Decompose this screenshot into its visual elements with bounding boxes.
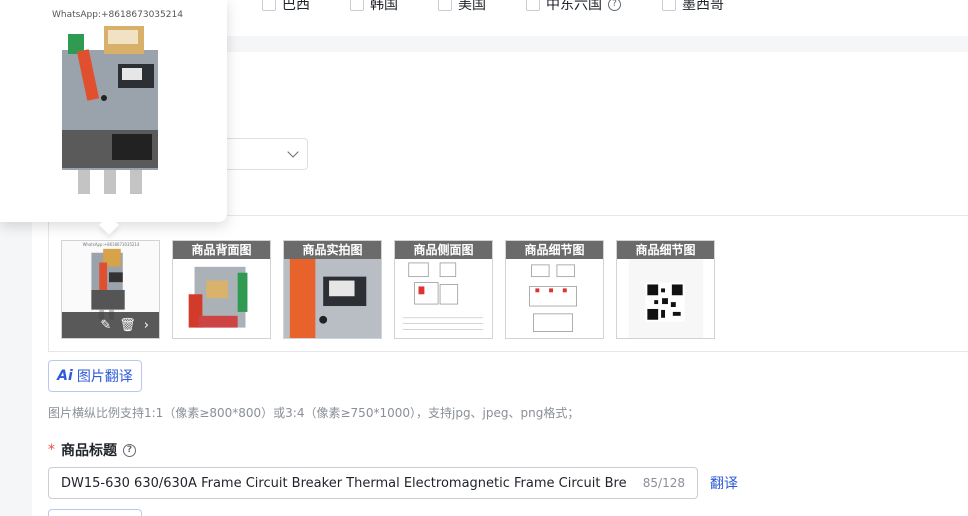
partial-button[interactable] <box>48 509 142 516</box>
thumb-caption: 商品细节图 <box>617 241 714 259</box>
product-title-label: * 商品标题 ? <box>48 440 136 460</box>
breaker-detail-drawing <box>506 259 603 338</box>
page: 巴西 韩国 美国 中东六国 ? 墨西哥 WhatsApp:+8618673035… <box>0 0 968 516</box>
checkbox-country-usa[interactable]: 美国 <box>438 0 486 14</box>
translate-link[interactable]: 翻译 <box>710 473 738 493</box>
ai-icon: Ai <box>57 368 73 384</box>
breaker-preview-photo <box>48 20 172 198</box>
watermark-text: WhatsApp:+8618673035214 <box>83 242 140 247</box>
image-thumb-detail-2[interactable]: 商品细节图 <box>616 240 715 339</box>
product-title-value[interactable]: DW15-630 630/630A Frame Circuit Breaker … <box>61 476 627 491</box>
thumb-caption: 商品实拍图 <box>284 241 381 259</box>
image-thumb-side[interactable]: 商品侧面图 <box>394 240 493 339</box>
checkbox-country-korea[interactable]: 韩国 <box>350 0 398 14</box>
delete-icon[interactable]: 🗑 <box>119 318 136 333</box>
checkbox-box[interactable] <box>526 0 540 11</box>
image-translate-button[interactable]: Ai 图片翻译 <box>48 360 142 392</box>
checkbox-label: 巴西 <box>282 0 310 13</box>
product-title-input[interactable]: DW15-630 630/630A Frame Circuit Breaker … <box>48 467 698 499</box>
image-translate-label: 图片翻译 <box>76 369 133 385</box>
thumb-actions: ✎ 🗑 › <box>62 312 159 338</box>
edit-icon[interactable]: ✎ <box>100 318 111 333</box>
chevron-right-icon[interactable]: › <box>144 318 149 333</box>
thumb-caption: 商品背面图 <box>173 241 270 259</box>
checkbox-label: 美国 <box>458 0 486 13</box>
checkbox-label: 中东六国 <box>546 0 602 13</box>
checkbox-box[interactable] <box>438 0 452 11</box>
thumb-caption: 商品细节图 <box>506 241 603 259</box>
checkbox-country-middle-east[interactable]: 中东六国 ? <box>526 0 621 14</box>
product-title-text: 商品标题 <box>61 443 117 459</box>
required-mark: * <box>48 442 55 458</box>
image-preview-popover: WhatsApp:+8618673035214 <box>0 0 227 222</box>
checkbox-box[interactable] <box>662 0 676 11</box>
thumb-caption: 商品侧面图 <box>395 241 492 259</box>
checkbox-label: 墨西哥 <box>682 0 724 13</box>
checkbox-country-brazil[interactable]: 巴西 <box>262 0 310 14</box>
image-thumb-real[interactable]: 商品实拍图 <box>283 240 382 339</box>
main-image-thumb[interactable]: WhatsApp:+8618673035214 ✎ 🗑 › <box>61 240 160 339</box>
char-count: 85/128 <box>642 476 685 490</box>
checkbox-label: 韩国 <box>370 0 398 13</box>
breaker-back-photo <box>173 259 270 338</box>
help-icon[interactable]: ? <box>123 443 136 457</box>
qr-code-image <box>617 259 714 338</box>
image-thumb-detail-1[interactable]: 商品细节图 <box>505 240 604 339</box>
breaker-real-photo <box>284 259 381 338</box>
image-thumb-back[interactable]: 商品背面图 <box>172 240 271 339</box>
breaker-side-drawing <box>395 259 492 338</box>
chevron-down-icon <box>287 146 299 158</box>
help-icon[interactable]: ? <box>608 0 621 11</box>
image-hint: 图片横纵比例支持1:1（像素≥800*800）或3:4（像素≥750*1000）… <box>48 406 580 420</box>
checkbox-box[interactable] <box>350 0 364 11</box>
watermark-text: WhatsApp:+8618673035214 <box>52 10 183 20</box>
checkbox-country-mexico[interactable]: 墨西哥 <box>662 0 724 14</box>
checkbox-box[interactable] <box>262 0 276 11</box>
